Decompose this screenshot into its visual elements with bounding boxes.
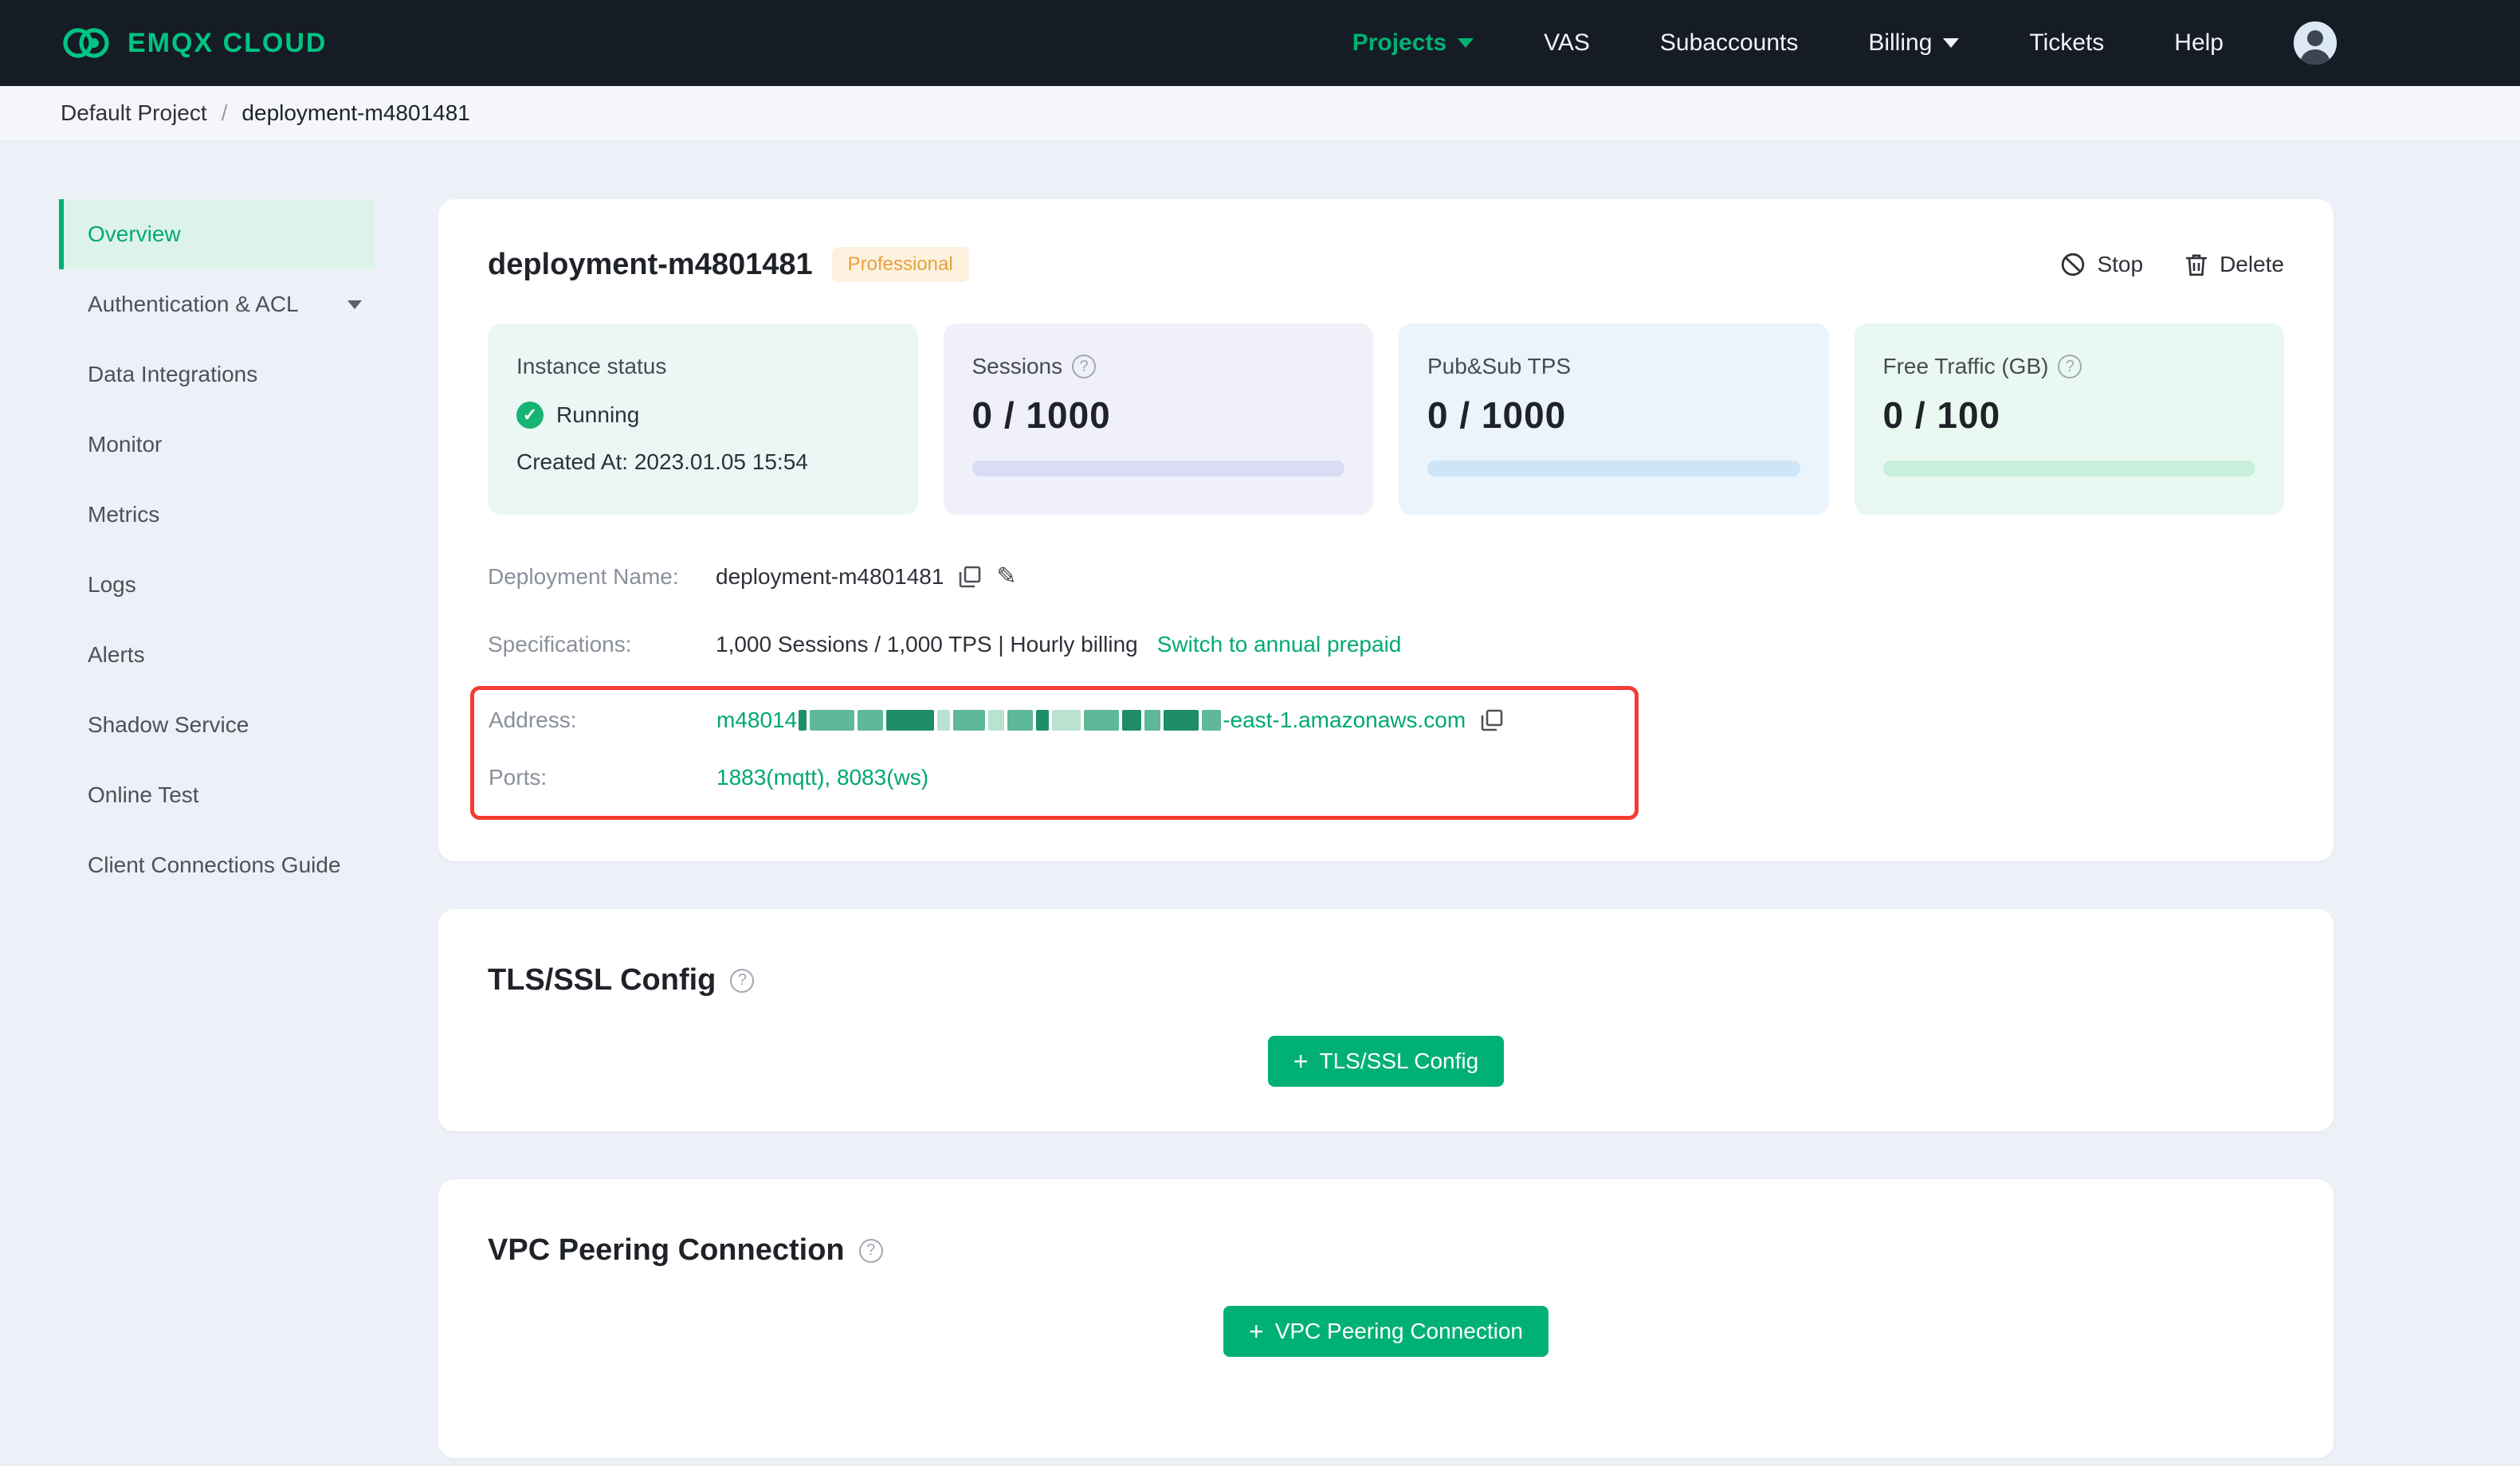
nav-item-vas[interactable]: VAS	[1544, 29, 1590, 57]
sidebar-item-logs[interactable]: Logs	[59, 550, 375, 620]
stat-sessions: Sessions ? 0 / 1000	[943, 323, 1373, 515]
sidebar-item-client-connections-guide[interactable]: Client Connections Guide	[59, 830, 375, 900]
delete-button[interactable]: Delete	[2184, 252, 2284, 277]
stat-free-traffic: Free Traffic (GB) ? 0 / 100	[1854, 323, 2284, 515]
deployment-title: deployment-m4801481	[488, 247, 813, 281]
stat-cards: Instance status ✓ Running Created At: 20…	[488, 323, 2284, 515]
sessions-progress-bar	[971, 461, 1344, 476]
help-icon[interactable]: ?	[2058, 355, 2082, 378]
chevron-down-icon	[347, 300, 362, 309]
status-text: Running	[556, 402, 640, 427]
sidebar-item-shadow-service[interactable]: Shadow Service	[59, 690, 375, 760]
breadcrumb-project[interactable]: Default Project	[61, 100, 207, 126]
address-label: Address:	[489, 708, 577, 732]
sidebar-item-authentication-acl[interactable]: Authentication & ACL	[59, 269, 375, 339]
address-redacted	[797, 708, 1223, 732]
help-icon[interactable]: ?	[858, 1238, 883, 1263]
nav-menu: Projects VAS Subaccounts Billing Tickets…	[1352, 22, 2337, 65]
sidebar-item-data-integrations[interactable]: Data Integrations	[59, 339, 375, 410]
stat-value: 0 / 1000	[1427, 394, 1567, 436]
sidebar: Overview Authentication & ACL Data Integ…	[0, 142, 438, 900]
stat-pubsub-tps: Pub&Sub TPS 0 / 1000	[1399, 323, 1829, 515]
nav-item-tickets[interactable]: Tickets	[2029, 29, 2104, 57]
stat-instance-status: Instance status ✓ Running Created At: 20…	[488, 323, 918, 515]
add-tls-ssl-config-button[interactable]: + TLS/SSL Config	[1267, 1036, 1505, 1087]
tps-progress-bar	[1427, 461, 1800, 476]
stat-label: Sessions ?	[972, 354, 1345, 379]
chevron-down-icon	[1943, 38, 1960, 48]
sidebar-item-monitor[interactable]: Monitor	[59, 410, 375, 480]
check-circle-icon: ✓	[516, 402, 544, 429]
address-row: Address: m48014 -east-1.amazonaws.com	[489, 708, 1635, 733]
specifications-label: Specifications:	[488, 632, 632, 657]
breadcrumb-separator: /	[221, 100, 228, 125]
specifications-row: Specifications: 1,000 Sessions / 1,000 T…	[488, 632, 2284, 657]
sidebar-item-online-test[interactable]: Online Test	[59, 760, 375, 830]
stat-value: 0 / 100	[1882, 394, 2001, 436]
nav-item-projects[interactable]: Projects	[1352, 29, 1474, 57]
deployment-name-row: Deployment Name: deployment-m4801481 ✎	[488, 562, 2284, 590]
user-avatar[interactable]	[2294, 22, 2337, 65]
sidebar-item-alerts[interactable]: Alerts	[59, 620, 375, 690]
help-icon[interactable]: ?	[1072, 355, 1097, 378]
created-at: Created At: 2023.01.05 15:54	[516, 449, 808, 474]
deployment-overview-card: deployment-m4801481 Professional Stop De…	[438, 199, 2334, 861]
plus-icon: +	[1293, 1047, 1309, 1076]
specifications-value: 1,000 Sessions / 1,000 TPS | Hourly bill…	[716, 632, 1138, 657]
add-vpc-peering-button[interactable]: + VPC Peering Connection	[1223, 1306, 1549, 1357]
switch-annual-prepaid-link[interactable]: Switch to annual prepaid	[1157, 632, 1402, 657]
stat-value: 0 / 1000	[971, 394, 1111, 436]
deployment-name-value: deployment-m4801481	[716, 563, 944, 589]
emqx-logo[interactable]: EMQX CLOUD	[61, 25, 327, 61]
plan-badge: Professional	[831, 247, 969, 282]
avatar-icon	[2294, 22, 2337, 65]
stat-label: Pub&Sub TPS	[1427, 354, 1572, 378]
help-icon[interactable]: ?	[730, 968, 755, 993]
ports-value: 1883(mqtt), 8083(ws)	[716, 765, 929, 790]
stop-icon	[2062, 253, 2085, 276]
top-nav: EMQX CLOUD Projects VAS Subaccounts Bill…	[0, 0, 2520, 86]
tls-ssl-config-card: TLS/SSL Config ? + TLS/SSL Config	[438, 909, 2334, 1131]
traffic-progress-bar	[1882, 461, 2255, 476]
copy-icon[interactable]	[1480, 708, 1504, 732]
nav-item-help[interactable]: Help	[2174, 29, 2224, 57]
tls-section-title: TLS/SSL Config	[488, 963, 716, 997]
sidebar-item-metrics[interactable]: Metrics	[59, 480, 375, 550]
sidebar-item-overview[interactable]: Overview	[59, 199, 375, 269]
vpc-peering-card: VPC Peering Connection ? + VPC Peering C…	[438, 1179, 2334, 1458]
stop-button[interactable]: Stop	[2060, 252, 2143, 277]
breadcrumb-current: deployment-m4801481	[241, 100, 470, 125]
chevron-down-icon	[1458, 38, 1474, 48]
plus-icon: +	[1249, 1317, 1264, 1346]
deployment-name-label: Deployment Name:	[488, 563, 679, 589]
breadcrumb: Default Project / deployment-m4801481	[0, 86, 2520, 142]
edit-icon[interactable]: ✎	[996, 562, 1016, 590]
main-content: deployment-m4801481 Professional Stop De…	[438, 142, 2520, 1458]
nav-item-billing[interactable]: Billing	[1868, 29, 1960, 57]
stat-label: Instance status	[516, 354, 667, 378]
copy-icon[interactable]	[958, 565, 982, 589]
trash-icon	[2186, 254, 2208, 276]
stat-label: Free Traffic (GB) ?	[1883, 354, 2256, 379]
emqx-logo-icon	[63, 28, 109, 58]
ports-label: Ports:	[489, 765, 548, 790]
ports-row: Ports: 1883(mqtt), 8083(ws)	[489, 765, 1635, 790]
brand-name: EMQX CLOUD	[128, 27, 328, 58]
vpc-section-title: VPC Peering Connection	[488, 1233, 845, 1267]
address-value: m48014 -east-1.amazonaws.com	[716, 708, 1466, 732]
nav-item-subaccounts[interactable]: Subaccounts	[1660, 29, 1798, 57]
address-highlight-annotation: Address: m48014 -east-1.amazonaws.com Por…	[470, 686, 1639, 820]
